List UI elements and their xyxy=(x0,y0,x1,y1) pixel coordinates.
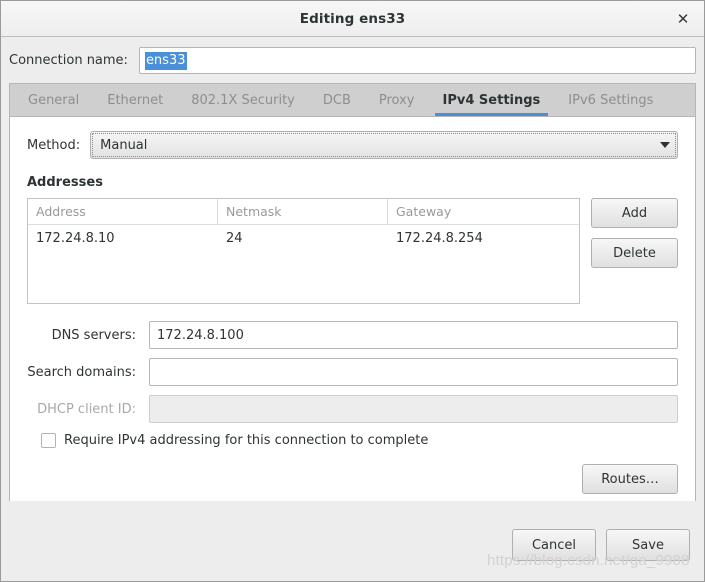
addresses-title: Addresses xyxy=(27,175,103,190)
action-bar: Cancel Save xyxy=(1,509,704,581)
add-button[interactable]: Add xyxy=(591,198,678,228)
method-label: Method: xyxy=(27,137,81,153)
delete-button[interactable]: Delete xyxy=(591,238,678,268)
require-ipv4-row: Require IPv4 addressing for this connect… xyxy=(41,433,678,448)
tab-802-1x-security[interactable]: 802.1X Security xyxy=(177,84,309,116)
tab-ipv4-settings[interactable]: IPv4 Settings xyxy=(428,84,555,116)
dns-servers-row: DNS servers: 172.24.8.100 xyxy=(27,321,678,349)
save-button[interactable]: Save xyxy=(606,529,690,561)
column-header-gateway: Gateway xyxy=(396,204,452,219)
tab-dcb[interactable]: DCB xyxy=(309,84,365,116)
titlebar: Editing ens33 ✕ xyxy=(1,1,704,37)
settings-notebook: General Ethernet 802.1X Security DCB Pro… xyxy=(9,83,696,501)
column-header-address: Address xyxy=(28,199,218,224)
addresses-area: Address Netmask Gateway 172.24.8.10 24 1… xyxy=(27,198,678,304)
search-domains-input[interactable] xyxy=(149,358,678,386)
tab-general[interactable]: General xyxy=(14,84,93,116)
search-domains-label: Search domains: xyxy=(27,364,136,380)
connection-name-row: Connection name: ens33 xyxy=(1,37,704,83)
chevron-down-icon xyxy=(660,142,670,148)
cell-address[interactable]: 172.24.8.10 xyxy=(28,225,218,251)
method-row: Method: Manual xyxy=(27,131,678,159)
cell-gateway[interactable]: 172.24.8.254 xyxy=(388,225,579,251)
close-icon[interactable]: ✕ xyxy=(672,8,694,30)
tab-ethernet[interactable]: Ethernet xyxy=(93,84,177,116)
search-domains-row: Search domains: xyxy=(27,358,678,386)
dhcp-client-id-label: DHCP client ID: xyxy=(37,401,136,417)
dns-servers-input[interactable]: 172.24.8.100 xyxy=(149,321,678,349)
connection-name-value: ens33 xyxy=(144,51,187,70)
addresses-table[interactable]: Address Netmask Gateway 172.24.8.10 24 1… xyxy=(27,198,580,304)
routes-row: Routes… xyxy=(27,464,678,494)
require-ipv4-checkbox[interactable] xyxy=(41,433,56,448)
window-title: Editing ens33 xyxy=(299,10,406,27)
connection-name-input[interactable]: ens33 xyxy=(138,47,696,74)
addresses-buttons: Add Delete xyxy=(591,198,678,268)
routes-button[interactable]: Routes… xyxy=(582,464,678,494)
method-dropdown[interactable]: Manual xyxy=(90,131,678,159)
method-value: Manual xyxy=(100,137,148,153)
dns-fields: DNS servers: 172.24.8.100 Search domains… xyxy=(27,321,678,423)
connection-name-label: Connection name: xyxy=(9,53,128,68)
table-row[interactable]: 172.24.8.10 24 172.24.8.254 xyxy=(28,225,579,251)
dns-servers-label: DNS servers: xyxy=(51,327,136,343)
ipv4-settings-panel: Method: Manual Addresses Address Netmask… xyxy=(10,117,695,501)
tab-bar: General Ethernet 802.1X Security DCB Pro… xyxy=(10,84,695,117)
dhcp-client-id-row: DHCP client ID: xyxy=(27,395,678,423)
tab-ipv6-settings[interactable]: IPv6 Settings xyxy=(554,84,667,116)
edit-connection-dialog: Editing ens33 ✕ Connection name: ens33 G… xyxy=(0,0,705,582)
tab-proxy[interactable]: Proxy xyxy=(365,84,429,116)
require-ipv4-label: Require IPv4 addressing for this connect… xyxy=(64,433,429,448)
cancel-button[interactable]: Cancel xyxy=(512,529,596,561)
column-header-netmask: Netmask xyxy=(218,199,388,224)
dhcp-client-id-input xyxy=(149,395,678,423)
table-header-row: Address Netmask Gateway xyxy=(28,199,579,225)
cell-netmask[interactable]: 24 xyxy=(218,225,388,251)
